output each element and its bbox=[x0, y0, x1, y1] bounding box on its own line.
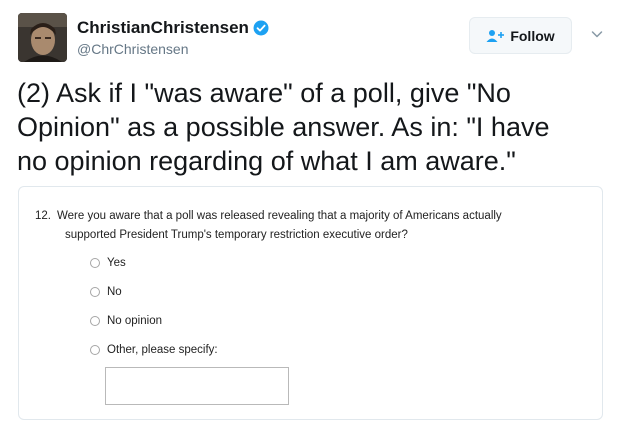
survey-question: 12. Were you aware that a poll was releas… bbox=[35, 207, 597, 245]
radio-button-icon bbox=[90, 258, 100, 268]
add-user-icon bbox=[486, 29, 505, 43]
attached-image-card[interactable]: 12. Were you aware that a poll was releas… bbox=[18, 186, 603, 420]
chevron-down-icon[interactable] bbox=[589, 26, 605, 42]
tweet-text-line: Opinion" as a possible answer. As in: "I… bbox=[17, 112, 550, 142]
verified-badge-icon bbox=[253, 20, 269, 36]
follow-button[interactable]: Follow bbox=[469, 17, 572, 54]
avatar-image bbox=[18, 13, 67, 62]
question-text-line: supported President Trump's temporary re… bbox=[65, 229, 408, 241]
survey-option-no: No bbox=[90, 286, 122, 298]
author-display-name[interactable]: ChristianChristensen bbox=[77, 18, 249, 38]
question-text-line: Were you aware that a poll was released … bbox=[57, 210, 502, 222]
question-number: 12. bbox=[35, 210, 51, 222]
author-name-row[interactable]: ChristianChristensen bbox=[77, 18, 269, 38]
follow-button-label: Follow bbox=[510, 27, 555, 44]
author-handle[interactable]: @ChrChristensen bbox=[77, 41, 188, 57]
option-label: No opinion bbox=[107, 315, 162, 327]
tweet-text-line: no opinion regarding of what I am aware.… bbox=[17, 146, 516, 176]
option-label: Other, please specify: bbox=[107, 344, 218, 356]
radio-button-icon bbox=[90, 316, 100, 326]
radio-button-icon bbox=[90, 287, 100, 297]
tweet-text-line: (2) Ask if I "was aware" of a poll, give… bbox=[17, 78, 511, 108]
survey-option-no-opinion: No opinion bbox=[90, 315, 162, 327]
tweet-text: (2) Ask if I "was aware" of a poll, give… bbox=[17, 76, 607, 178]
survey-option-yes: Yes bbox=[90, 257, 126, 269]
survey-option-other: Other, please specify: bbox=[90, 344, 218, 356]
other-specify-field bbox=[105, 367, 289, 405]
option-label: Yes bbox=[107, 257, 126, 269]
avatar[interactable] bbox=[18, 13, 67, 62]
radio-button-icon bbox=[90, 345, 100, 355]
option-label: No bbox=[107, 286, 122, 298]
